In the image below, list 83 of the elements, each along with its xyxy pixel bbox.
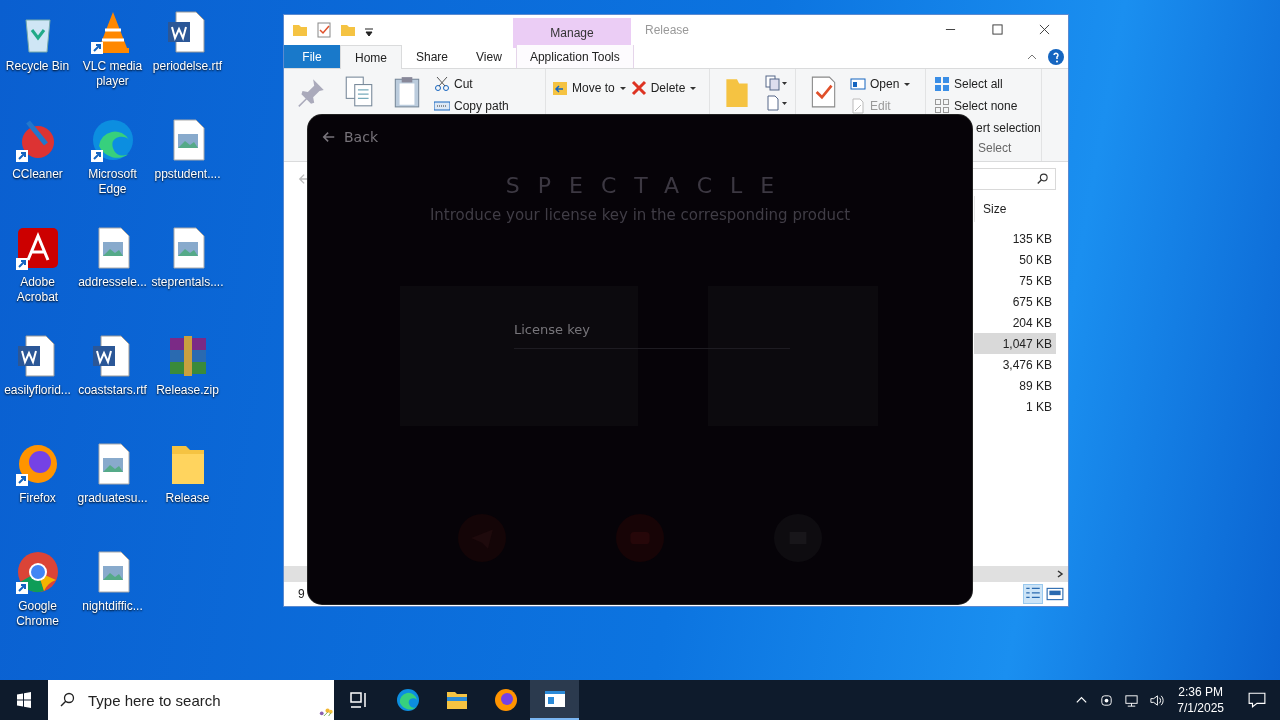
- open-button[interactable]: Open: [870, 77, 900, 91]
- desktop-icon-label[interactable]: steprentals....: [150, 275, 225, 290]
- notification-icon[interactable]: [1248, 691, 1266, 709]
- group-label: Select: [977, 141, 1013, 155]
- search-icon: [60, 692, 76, 708]
- easy-access-icon[interactable]: [764, 95, 788, 111]
- move-to-button[interactable]: Move to: [572, 81, 615, 95]
- caret-icon: [618, 84, 627, 92]
- edge-app-icon: [395, 688, 420, 712]
- clock-date[interactable]: 7/1/2025: [1177, 700, 1224, 716]
- desktop-icon-label[interactable]: graduatesu...: [75, 491, 150, 506]
- file-size-cell[interactable]: 675 KB: [974, 291, 1056, 312]
- desktop-icon-label[interactable]: Recycle Bin: [0, 59, 75, 74]
- desktop-icon-label[interactable]: Microsoft Edge: [75, 167, 150, 197]
- ribbon-tab[interactable]: Application Tools: [515, 45, 634, 68]
- cut-button[interactable]: Cut: [454, 77, 473, 91]
- invert-selection-button[interactable]: ert selection: [976, 121, 1041, 135]
- checkmark-icon[interactable]: [316, 22, 332, 38]
- caret-icon: [903, 80, 912, 88]
- select-all-icon: [934, 76, 950, 92]
- copy-path-button[interactable]: Copy path: [454, 99, 509, 113]
- desktop-icon-label[interactable]: periodelse.rtf: [150, 59, 225, 74]
- edit-icon: [850, 98, 866, 114]
- taskbar-app-button[interactable]: [530, 680, 579, 720]
- file-size-cell[interactable]: 3,476 KB: [974, 354, 1056, 375]
- ribbon-tab[interactable]: File: [284, 45, 340, 68]
- back-arrow-icon: [322, 130, 336, 144]
- ribbon-tab[interactable]: View: [462, 45, 516, 68]
- caret-icon: [689, 84, 698, 92]
- select-none-icon: [934, 98, 950, 114]
- path-icon: [434, 98, 450, 114]
- large-icons-view-icon[interactable]: [1046, 585, 1064, 603]
- desktop-icon-label[interactable]: Adobe Acrobat: [0, 275, 75, 305]
- file-size-cell[interactable]: 1,047 KB: [974, 333, 1056, 354]
- window-icon: [850, 76, 866, 92]
- ribbon-tab[interactable]: Home: [340, 45, 402, 69]
- desktop-icon-label[interactable]: CCleaner: [0, 167, 75, 182]
- context-tab-header: Manage: [513, 18, 631, 48]
- desktop-icon-label[interactable]: coaststars.rtf: [75, 383, 150, 398]
- column-header[interactable]: Size: [974, 196, 1056, 222]
- taskbar-search-field[interactable]: Type here to search: [48, 680, 334, 720]
- desktop-icon-label[interactable]: Release.zip: [150, 383, 225, 398]
- file-size-cell[interactable]: 1 KB: [974, 396, 1056, 417]
- dropdown-icon[interactable]: [364, 27, 374, 37]
- file-size-cell[interactable]: 75 KB: [974, 270, 1056, 291]
- app-logo-title: SPECTACLE: [504, 173, 793, 198]
- clock-time[interactable]: 2:36 PM: [1178, 684, 1223, 700]
- select-none-button[interactable]: Select none: [954, 99, 1018, 113]
- firefox-app-icon: [493, 688, 518, 712]
- delete-icon: [630, 80, 647, 96]
- webcam-icon[interactable]: [1099, 692, 1115, 708]
- file-size-cell[interactable]: 135 KB: [974, 228, 1056, 249]
- file-size-cell[interactable]: 50 KB: [974, 249, 1056, 270]
- details-view-icon[interactable]: [1024, 585, 1042, 603]
- scroll-right-icon[interactable]: [1056, 570, 1064, 578]
- help-icon[interactable]: [1048, 48, 1064, 65]
- close-icon[interactable]: [1039, 24, 1050, 35]
- search-icon: [1037, 173, 1049, 185]
- desktop-icon-label[interactable]: Firefox: [0, 491, 75, 506]
- window-title: Release: [645, 23, 690, 37]
- ribbon-tab[interactable]: Share: [402, 45, 463, 68]
- status-text: 9: [298, 587, 305, 601]
- new-item-icon[interactable]: [764, 75, 788, 91]
- scissors-icon: [434, 76, 450, 92]
- windows-start-icon[interactable]: [16, 692, 32, 708]
- desktop-icon-label[interactable]: easilyflorid...: [0, 383, 75, 398]
- dialog-subtitle: Introduce your license key in the corresponding product: [429, 206, 851, 224]
- network-icon[interactable]: [1124, 692, 1140, 708]
- select-all-button[interactable]: Select all: [954, 77, 1003, 91]
- move-folder-icon: [552, 80, 568, 96]
- back-button[interactable]: Back: [322, 129, 378, 145]
- desktop-icon-label[interactable]: VLC media player: [75, 59, 150, 89]
- desktop-icon-label[interactable]: nightdiffic...: [75, 599, 150, 614]
- speaker-icon[interactable]: [1149, 692, 1165, 708]
- maximize-icon[interactable]: [992, 24, 1003, 35]
- desktop-icon-label[interactable]: ppstudent....: [150, 167, 225, 182]
- desktop-icon-label[interactable]: Google Chrome: [0, 599, 75, 629]
- desktop-icon-label[interactable]: addressele...: [75, 275, 150, 290]
- file-size-cell[interactable]: 204 KB: [974, 312, 1056, 333]
- file-size-cell[interactable]: 89 KB: [974, 375, 1056, 396]
- desktop-icon-label[interactable]: Release: [150, 491, 225, 506]
- delete-button[interactable]: Delete: [650, 81, 686, 95]
- license-key-field[interactable]: License key: [514, 322, 790, 349]
